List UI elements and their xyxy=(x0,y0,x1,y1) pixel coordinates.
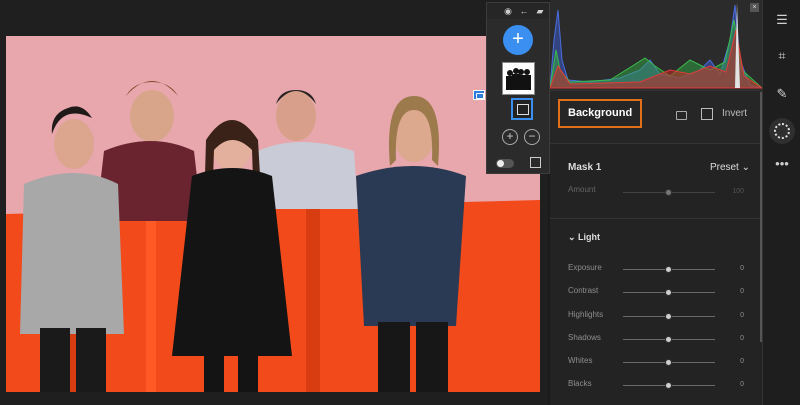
subtract-from-mask-button[interactable]: − xyxy=(524,129,540,145)
exposure-label: Exposure xyxy=(568,263,602,272)
invert-label[interactable]: Invert xyxy=(722,108,747,119)
contrast-row: Contrast 0 xyxy=(550,286,762,306)
amount-slider[interactable] xyxy=(623,189,715,196)
contrast-value[interactable]: 0 xyxy=(740,288,744,295)
mask-component-row: Background Invert xyxy=(550,90,762,143)
whites-label: Whites xyxy=(568,356,593,365)
shadows-knob[interactable] xyxy=(665,336,672,343)
background-mask-thumbnail[interactable] xyxy=(511,98,533,120)
arrow-left-icon[interactable]: ← xyxy=(519,6,529,16)
photo-preview[interactable] xyxy=(6,36,540,392)
mask-name[interactable]: Mask 1 xyxy=(568,162,601,173)
edit-panel: × Background Invert Mask 1 Preset ⌄ Amou… xyxy=(549,0,764,405)
mask-panel-popup: ◉ ← ▰ + + − xyxy=(486,2,550,174)
contrast-slider[interactable] xyxy=(623,289,715,296)
highlights-row: Highlights 0 xyxy=(550,310,762,330)
masking-icon[interactable] xyxy=(769,118,795,144)
mask-popup-header: ◉ ← ▰ xyxy=(487,3,549,19)
crop-icon[interactable]: ⌗ xyxy=(774,48,790,64)
exposure-row: Exposure 0 xyxy=(550,263,762,283)
background-component[interactable]: Background xyxy=(558,99,642,128)
highlights-value[interactable]: 0 xyxy=(740,312,744,319)
light-title-text: Light xyxy=(578,232,601,242)
photo-canvas xyxy=(0,0,548,405)
blacks-label: Blacks xyxy=(568,379,592,388)
histogram-close-icon[interactable]: × xyxy=(750,3,759,12)
shadows-value[interactable]: 0 xyxy=(740,335,744,342)
contrast-label: Contrast xyxy=(568,286,599,295)
sliders-icon[interactable]: ☰ xyxy=(774,12,790,28)
mask-thumbnail-image xyxy=(503,63,534,94)
band-photo xyxy=(6,36,540,392)
histogram: × xyxy=(549,0,764,90)
histogram-graph xyxy=(549,2,764,89)
whites-knob[interactable] xyxy=(665,359,672,366)
shadows-row: Shadows 0 xyxy=(550,333,762,353)
exposure-knob[interactable] xyxy=(665,266,672,273)
highlights-label: Highlights xyxy=(568,310,604,319)
amount-slider-knob[interactable] xyxy=(665,189,672,196)
mask-header: Mask 1 Preset ⌄ Amount 100 xyxy=(550,143,762,206)
whites-row: Whites 0 xyxy=(550,356,762,376)
shadows-label: Shadows xyxy=(568,333,601,342)
mask-thumbnail[interactable] xyxy=(502,62,535,95)
shadows-slider[interactable] xyxy=(623,336,715,343)
preset-dropdown[interactable]: Preset ⌄ xyxy=(710,162,750,173)
highlights-knob[interactable] xyxy=(665,313,672,320)
exposure-value[interactable]: 0 xyxy=(740,265,744,272)
show-overlay-toggle[interactable] xyxy=(496,159,514,168)
comment-icon[interactable] xyxy=(676,111,687,120)
healing-icon[interactable]: ✎ xyxy=(774,86,790,102)
eye-icon[interactable]: ◉ xyxy=(503,6,513,16)
blacks-slider[interactable] xyxy=(623,382,715,389)
blacks-row: Blacks 0 xyxy=(550,379,762,399)
add-to-mask-button[interactable]: + xyxy=(502,129,518,145)
whites-value[interactable]: 0 xyxy=(740,358,744,365)
exposure-slider[interactable] xyxy=(623,266,715,273)
create-mask-button[interactable]: + xyxy=(503,25,533,55)
mask-pin-icon[interactable] xyxy=(473,90,485,100)
tool-strip: ☰ ⌗ ✎ ••• xyxy=(762,0,800,405)
overlay-options-icon[interactable] xyxy=(530,157,541,168)
whites-slider[interactable] xyxy=(623,359,715,366)
pin-icon[interactable]: ▰ xyxy=(535,6,545,16)
masking-icon-glyph xyxy=(774,123,790,139)
amount-value: 100 xyxy=(732,188,744,195)
more-icon[interactable]: ••• xyxy=(774,156,790,172)
amount-label: Amount xyxy=(568,185,596,194)
invert-icon[interactable] xyxy=(701,108,713,120)
highlights-slider[interactable] xyxy=(623,313,715,320)
blacks-knob[interactable] xyxy=(665,382,672,389)
contrast-knob[interactable] xyxy=(665,289,672,296)
blacks-value[interactable]: 0 xyxy=(740,381,744,388)
light-section-header[interactable]: ⌄ Light xyxy=(550,218,762,242)
light-title: ⌄ Light xyxy=(568,232,601,242)
